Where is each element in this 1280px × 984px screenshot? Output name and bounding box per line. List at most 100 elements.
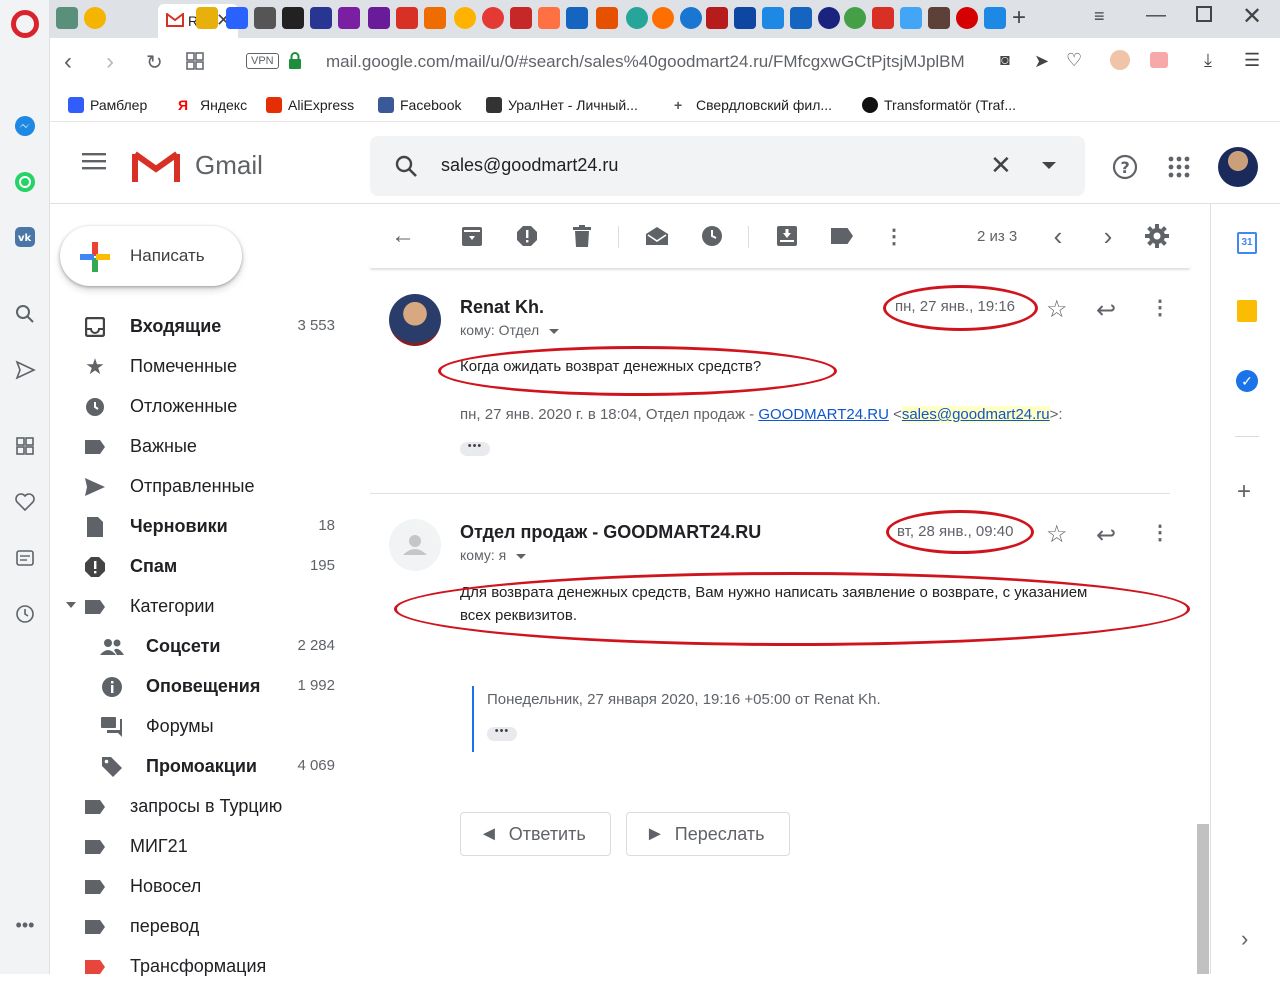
minimize-icon[interactable]: — — [1146, 4, 1166, 27]
nav-starred[interactable]: ★ Помеченные — [50, 348, 368, 384]
tab-favicon-icon[interactable] — [790, 7, 812, 29]
nav-social[interactable]: Соцсети 2 284 — [50, 628, 368, 664]
message-more-icon[interactable]: ⋮ — [1150, 520, 1170, 545]
tab-favicon-icon[interactable] — [762, 7, 784, 29]
more-actions-icon[interactable]: ⋮ — [882, 224, 906, 248]
bookmark-sverdlovsk[interactable]: + Свердловский фил... — [674, 94, 832, 116]
tab-favicon-icon[interactable] — [226, 7, 248, 29]
recipient-line[interactable]: кому: Отдел — [460, 322, 560, 338]
tab-favicon-icon[interactable] — [482, 7, 504, 29]
keep-icon[interactable] — [1237, 300, 1257, 322]
sender-name[interactable]: Renat Kh. — [460, 297, 544, 318]
tab-favicon-icon[interactable] — [596, 7, 618, 29]
tab-favicon-icon[interactable] — [680, 7, 702, 29]
nav-snoozed[interactable]: Отложенные — [50, 388, 368, 424]
report-spam-icon[interactable] — [515, 224, 539, 248]
tab-favicon-icon[interactable] — [424, 7, 446, 29]
tab-favicon-icon[interactable] — [368, 7, 390, 29]
vpn-badge[interactable]: VPN — [246, 53, 279, 69]
sender-avatar[interactable] — [389, 294, 441, 346]
nav-spam[interactable]: Спам 195 — [50, 548, 368, 584]
tab-favicon-icon[interactable] — [310, 7, 332, 29]
show-trimmed-button[interactable]: ••• — [487, 726, 517, 741]
tab-favicon-icon[interactable] — [900, 7, 922, 29]
newer-icon[interactable]: ‹ — [1046, 221, 1070, 251]
tab-favicon-icon[interactable] — [872, 7, 894, 29]
apps-grid-icon[interactable] — [1168, 156, 1190, 183]
nav-categories[interactable]: Категории — [50, 588, 368, 624]
nav-drafts[interactable]: Черновики 18 — [50, 508, 368, 544]
tab-favicon-icon[interactable] — [734, 7, 756, 29]
send-icon[interactable] — [13, 358, 37, 382]
tab-favicon-icon[interactable] — [396, 7, 418, 29]
tab-favicon-icon[interactable] — [984, 7, 1006, 29]
calendar-icon[interactable]: 31 — [1237, 232, 1257, 254]
vk-icon[interactable]: vk — [13, 225, 37, 249]
scrollbar-thumb[interactable] — [1197, 824, 1209, 974]
bookmark-transformator[interactable]: Transformatör (Traf... — [862, 94, 1016, 116]
details-caret-icon[interactable] — [549, 328, 560, 334]
reply-icon[interactable]: ↩ — [1096, 521, 1116, 550]
reply-icon[interactable]: ↩ — [1096, 296, 1116, 325]
nav-label-novosel[interactable]: Новосел — [50, 868, 368, 904]
sender-name[interactable]: Отдел продаж - GOODMART24.RU — [460, 522, 761, 543]
nav-forums[interactable]: Форумы — [50, 708, 368, 744]
tab-favicon-icon[interactable] — [56, 7, 78, 29]
tab-favicon-icon[interactable] — [566, 7, 588, 29]
more-icon[interactable]: ••• — [13, 913, 37, 937]
star-toggle-icon[interactable]: ☆ — [1046, 520, 1068, 549]
show-trimmed-button[interactable]: ••• — [460, 441, 490, 456]
mark-unread-icon[interactable] — [645, 224, 669, 248]
back-to-list-icon[interactable]: ← — [391, 222, 415, 249]
camera-icon[interactable]: ◙ — [1000, 52, 1010, 70]
extension-icon[interactable] — [1110, 50, 1130, 70]
reload-icon[interactable]: ↻ — [146, 50, 163, 75]
tab-favicon-icon[interactable] — [818, 7, 840, 29]
tab-favicon-icon[interactable] — [844, 7, 866, 29]
search-options-icon[interactable] — [1042, 162, 1056, 169]
tasks-icon[interactable]: ✓ — [1236, 370, 1258, 392]
forward-icon[interactable]: › — [106, 48, 114, 76]
settings-gear-icon[interactable] — [1145, 224, 1169, 248]
bookmark-facebook[interactable]: Facebook — [378, 94, 461, 116]
main-menu-icon[interactable] — [82, 152, 106, 175]
search-input[interactable]: sales@goodmart24.ru — [441, 155, 618, 176]
maximize-icon[interactable] — [1196, 6, 1212, 22]
message-more-icon[interactable]: ⋮ — [1150, 295, 1170, 320]
account-avatar[interactable] — [1218, 147, 1258, 187]
history-icon[interactable] — [13, 602, 37, 626]
nav-label-mig21[interactable]: МИГ21 — [50, 828, 368, 864]
search-icon[interactable] — [13, 302, 37, 326]
tab-favicon-icon[interactable] — [706, 7, 728, 29]
details-caret-icon[interactable] — [516, 553, 527, 559]
tab-menu-icon[interactable]: ≡ — [1094, 6, 1105, 27]
tabs-grid-icon[interactable] — [186, 52, 204, 75]
sender-avatar[interactable] — [389, 519, 441, 571]
search-box[interactable]: sales@goodmart24.ru ✕ — [370, 136, 1085, 196]
bookmark-rambler[interactable]: Рамблер — [68, 94, 147, 116]
messenger-icon[interactable] — [13, 114, 37, 138]
tab-favicon-icon[interactable] — [282, 7, 304, 29]
tab-favicon-icon[interactable] — [196, 7, 218, 29]
snooze-icon[interactable] — [700, 224, 724, 248]
nav-inbox[interactable]: Входящие 3 553 — [50, 308, 368, 344]
news-icon[interactable] — [13, 546, 37, 570]
tab-favicon-icon[interactable] — [956, 7, 978, 29]
delete-icon[interactable] — [570, 224, 594, 248]
nav-label-transformation[interactable]: Трансформация — [50, 948, 368, 984]
recipient-line[interactable]: кому: я — [460, 547, 527, 563]
heart-icon[interactable] — [13, 490, 37, 514]
nav-label-turkey[interactable]: запросы в Турцию — [50, 788, 368, 824]
back-icon[interactable]: ‹ — [64, 48, 72, 76]
whatsapp-icon[interactable] — [13, 170, 37, 194]
extension-icon[interactable] — [1150, 52, 1168, 68]
close-window-icon[interactable]: ✕ — [1242, 2, 1262, 31]
nav-promotions[interactable]: Промоакции 4 069 — [50, 748, 368, 784]
tab-favicon-icon[interactable] — [626, 7, 648, 29]
download-icon[interactable]: ⤓ — [1204, 50, 1212, 71]
bookmark-heart-icon[interactable]: ♡ — [1066, 50, 1082, 71]
bookmark-yandex[interactable]: Я Яндекс — [178, 94, 247, 116]
older-icon[interactable]: › — [1096, 221, 1120, 251]
help-icon[interactable]: ? — [1112, 154, 1138, 185]
url-field[interactable]: mail.google.com/mail/u/0/#search/sales%4… — [326, 52, 965, 72]
